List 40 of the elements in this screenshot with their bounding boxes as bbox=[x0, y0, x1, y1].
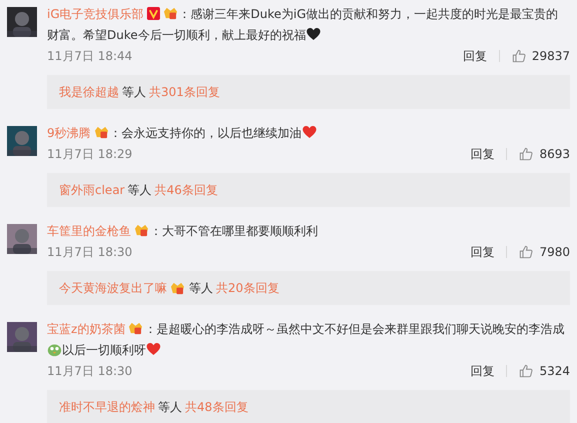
comment-text: 车筐里的金枪鱼 ：大哥不管在哪里都要顺顺利利 bbox=[47, 223, 319, 240]
reply-label: 等人 bbox=[122, 84, 146, 100]
timestamp: 11月7日 18:44 bbox=[47, 48, 132, 64]
reply-count-link[interactable]: 共48条回复 bbox=[185, 398, 248, 416]
reply-label: 等人 bbox=[128, 182, 152, 198]
user-name[interactable]: 宝蓝z的奶茶菌 bbox=[47, 322, 126, 336]
user-name[interactable]: 9秒沸腾 bbox=[47, 126, 91, 140]
reply-user-link[interactable]: 准时不早退的烩神 bbox=[59, 398, 155, 416]
reply-user-link[interactable]: 今天黄海波复出了嘛 bbox=[59, 280, 167, 296]
thumbs-up-icon[interactable] bbox=[519, 364, 534, 378]
like-count: 7980 bbox=[539, 245, 570, 259]
reply-label: 等人 bbox=[158, 398, 182, 416]
comment-text: 宝蓝z的奶茶菌 ：是超暖心的李浩成呀～虽然中文不好但是会来群里跟我们聊天说晚安的李浩成 以后一切顺利呀 bbox=[47, 321, 566, 359]
timestamp: 11月7日 18:29 bbox=[47, 146, 132, 162]
reply-button[interactable]: 回复 bbox=[470, 362, 494, 380]
bird-icon bbox=[47, 342, 62, 357]
heart-icon bbox=[146, 342, 161, 356]
reply-user-link[interactable]: 我是徐超越 bbox=[59, 84, 119, 100]
comment-text: iG电子竞技俱乐部 ：感谢三年来Duke为iG做出的贡献和努力，一起共度的时光是最宝贵的财富。希望Duke今后一切顺利，献上最好的祝福 bbox=[47, 6, 560, 44]
reply-count-link[interactable]: 共20条回复 bbox=[216, 280, 280, 296]
reply-count-link[interactable]: 共301条回复 bbox=[149, 84, 220, 100]
reply-count-link[interactable]: 共46条回复 bbox=[154, 182, 218, 198]
thumbs-up-icon[interactable] bbox=[519, 147, 534, 161]
reply-button[interactable]: 回复 bbox=[470, 244, 494, 260]
timestamp: 11月7日 18:30 bbox=[47, 362, 132, 380]
like-count: 8693 bbox=[539, 147, 570, 161]
heart-icon bbox=[302, 125, 317, 139]
user-name[interactable]: iG电子竞技俱乐部 bbox=[47, 7, 144, 21]
reply-button[interactable]: 回复 bbox=[462, 48, 487, 64]
heart-icon bbox=[306, 27, 321, 41]
comment-text: 9秒沸腾 ：会永远支持你的，以后也继续加油 bbox=[47, 123, 570, 144]
thumbs-up-icon[interactable] bbox=[519, 245, 534, 259]
reply-button[interactable]: 回复 bbox=[470, 146, 494, 162]
user-name[interactable]: 车筐里的金枪鱼 bbox=[47, 224, 131, 238]
reply-label: 等人 bbox=[189, 280, 213, 296]
thumbs-up-icon[interactable] bbox=[512, 49, 526, 63]
like-count: 5324 bbox=[539, 364, 570, 378]
timestamp: 11月7日 18:30 bbox=[47, 244, 132, 260]
like-count: 29837 bbox=[532, 49, 570, 63]
reply-user-link[interactable]: 窗外雨clear bbox=[59, 182, 125, 198]
